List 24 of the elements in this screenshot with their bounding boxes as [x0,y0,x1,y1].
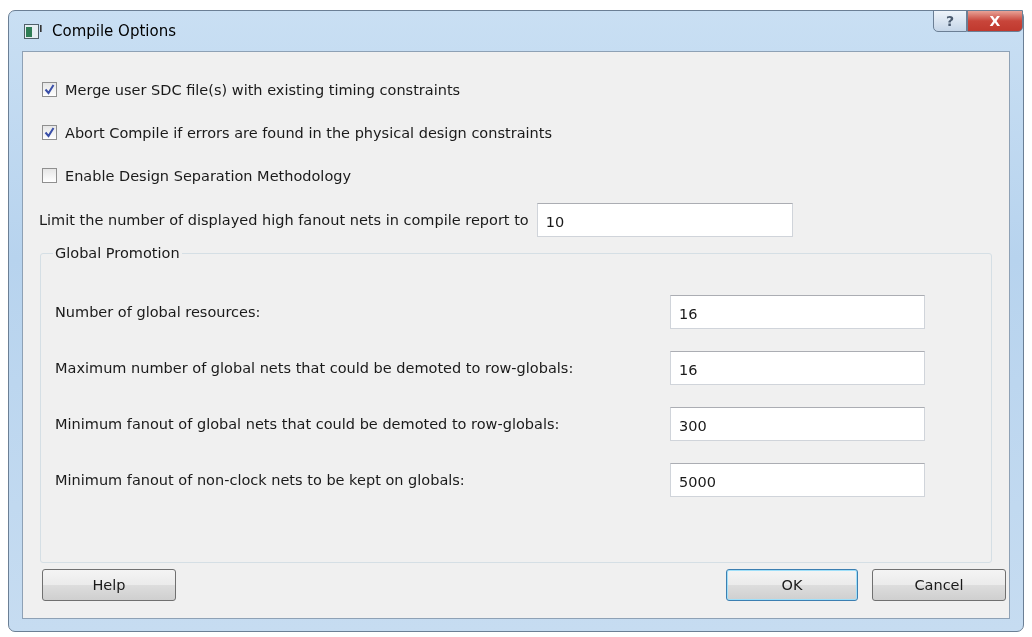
group-title: Global Promotion [54,245,181,261]
help-button[interactable]: Help [42,569,176,601]
input-field[interactable]: 5000 [670,463,925,497]
field-label: Minimum fanout of non-clock nets to be kept on globals: [55,472,465,488]
window-title: Compile Options [52,22,176,40]
field-label: Minimum fanout of global nets that could be demoted to row-globals: [55,416,560,432]
limit-field[interactable]: 10 [536,203,793,237]
input-field[interactable]: 16 [670,351,925,385]
checkbox[interactable] [42,125,57,140]
cancel-button[interactable]: Cancel [872,569,1006,601]
help-button[interactable]: ? [933,10,967,32]
checkbox-label: Merge user SDC file(s) with existing timing constraints [65,81,461,98]
checkbox-label: Enable Design Separation Methodology [65,167,352,184]
checkbox[interactable] [42,168,57,183]
limit-label: Limit the number of displayed high fanout nets in compile report to [39,212,529,228]
input-field[interactable]: 300 [670,407,925,441]
checkbox[interactable] [42,82,57,97]
checkbox-label: Abort Compile if errors are found in the physical design constraints [65,124,552,141]
close-button[interactable]: X [967,10,1023,32]
field-label: Maximum number of global nets that could be demoted to row-globals: [55,360,574,376]
input-field[interactable]: 16 [670,295,925,329]
window-icon [24,23,42,39]
ok-button[interactable]: OK [726,569,858,601]
field-label: Number of global resources: [55,304,261,320]
